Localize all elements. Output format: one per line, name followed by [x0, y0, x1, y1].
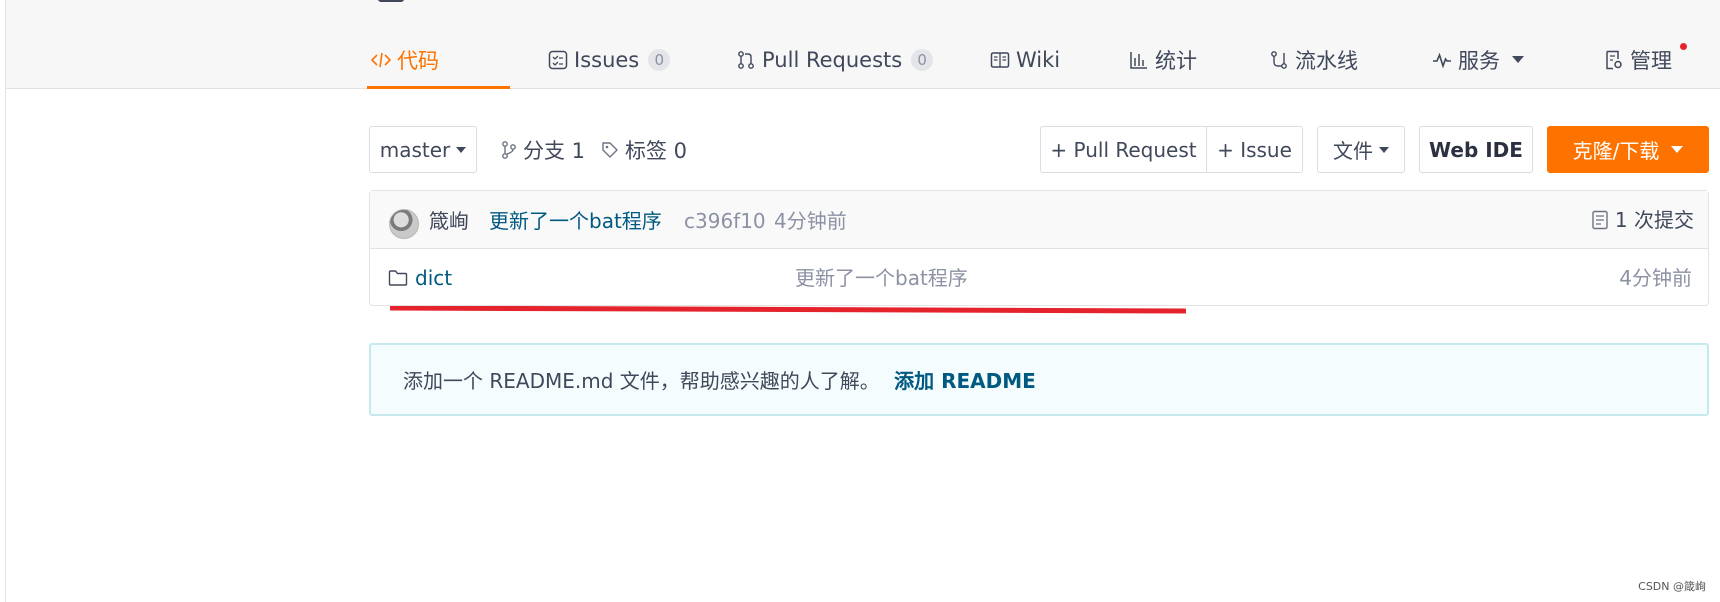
tags-label: 标签 0 — [625, 138, 688, 163]
page-left-border — [5, 0, 6, 602]
tab-label: Pull Requests — [762, 47, 903, 72]
tab-label: Wiki — [1016, 47, 1061, 72]
issues-count-badge: 0 — [648, 48, 671, 71]
watermark: CSDN @箴峋 — [1638, 580, 1706, 593]
branch-select[interactable]: master — [369, 126, 477, 173]
tab-label: Issues — [574, 47, 640, 72]
settings-doc-icon — [1603, 49, 1625, 71]
tab-statistics[interactable]: 统计 — [1128, 30, 1197, 89]
tab-pull-requests[interactable]: Pull Requests 0 — [735, 30, 934, 89]
readme-banner-text: 添加一个 README.md 文件，帮助感兴趣的人了解。 — [403, 369, 880, 393]
commits-count-link[interactable]: 1 次提交 — [1591, 191, 1694, 249]
tags-link[interactable]: 标签 0 — [601, 126, 687, 173]
folder-name: dict — [415, 265, 453, 290]
folder-link[interactable]: dict — [388, 249, 452, 306]
branch-select-value: master — [379, 137, 451, 162]
chevron-down-icon — [1512, 56, 1524, 63]
avatar[interactable] — [389, 209, 419, 239]
repo-toolbar: master 分支 1 标签 0 + Pull Request + Issue … — [369, 126, 1709, 173]
tab-issues[interactable]: Issues 0 — [547, 30, 671, 89]
branches-label: 分支 1 — [523, 138, 586, 163]
branches-link[interactable]: 分支 1 — [501, 126, 585, 173]
red-underline-annotation — [390, 306, 1186, 314]
code-icon — [370, 49, 392, 71]
tab-label: 代码 — [397, 48, 439, 73]
tab-label: 管理 — [1630, 48, 1672, 73]
web-ide-button[interactable]: Web IDE — [1419, 126, 1533, 173]
pull-requests-count-badge: 0 — [911, 48, 934, 71]
commit-author[interactable]: 箴峋 — [429, 191, 469, 249]
new-issue-button[interactable]: + Issue — [1206, 126, 1303, 173]
file-menu-label: 文件 — [1333, 139, 1373, 163]
add-readme-link[interactable]: 添加 README — [894, 369, 1036, 393]
tab-label: 流水线 — [1295, 48, 1358, 73]
file-menu-button[interactable]: 文件 — [1317, 126, 1405, 173]
web-ide-label: Web IDE — [1429, 137, 1523, 162]
folder-commit-message[interactable]: 更新了一个bat程序 — [795, 249, 968, 306]
repo-title-fragment — [378, 0, 498, 4]
folder-commit-time: 4分钟前 — [1619, 266, 1692, 290]
folder-icon — [388, 269, 408, 287]
file-list: 箴峋 更新了一个bat程序 c396f10 4分钟前 1 次提交 dict 更新… — [369, 190, 1709, 306]
tab-label: 服务 — [1458, 48, 1500, 73]
commits-count-label: 1 次提交 — [1614, 208, 1694, 232]
readme-banner: 添加一个 README.md 文件，帮助感兴趣的人了解。 添加 README — [369, 343, 1709, 416]
clone-download-label: 克隆/下载 — [1572, 139, 1660, 163]
bar-chart-icon — [1128, 49, 1150, 71]
tag-icon — [601, 140, 619, 160]
new-issue-label: + Issue — [1217, 137, 1292, 162]
list-item: dict 更新了一个bat程序 4分钟前 — [370, 249, 1708, 306]
issues-icon — [547, 49, 569, 71]
notification-dot — [1680, 43, 1687, 50]
branch-icon — [501, 140, 517, 160]
repo-nav-tabs: 代码 Issues 0 Pull Requests 0 Wiki 统计 流水线 — [367, 30, 1709, 89]
tab-pipeline[interactable]: 流水线 — [1268, 30, 1358, 89]
new-pull-request-button[interactable]: + Pull Request — [1040, 126, 1207, 173]
latest-commit-row: 箴峋 更新了一个bat程序 c396f10 4分钟前 1 次提交 — [370, 191, 1708, 249]
tab-code[interactable]: 代码 — [367, 30, 510, 89]
chevron-down-icon — [456, 146, 467, 153]
pull-request-icon — [735, 49, 757, 71]
tab-label: 统计 — [1155, 48, 1197, 73]
commit-time: 4分钟前 — [774, 209, 847, 233]
repo-icon — [378, 0, 404, 2]
chevron-down-icon — [1379, 146, 1389, 153]
commit-list-icon — [1591, 210, 1609, 230]
tab-manage[interactable]: 管理 — [1603, 30, 1672, 89]
clone-download-button[interactable]: 克隆/下载 — [1547, 126, 1709, 173]
pipeline-icon — [1268, 49, 1290, 71]
book-icon — [989, 49, 1011, 71]
tab-wiki[interactable]: Wiki — [989, 30, 1060, 89]
chevron-down-icon — [1671, 146, 1684, 153]
new-pull-request-label: + Pull Request — [1050, 137, 1197, 162]
commit-message-link[interactable]: 更新了一个bat程序 — [489, 191, 662, 249]
pulse-icon — [1431, 49, 1453, 71]
tab-services[interactable]: 服务 — [1431, 30, 1524, 89]
commit-hash[interactable]: c396f10 — [684, 191, 766, 249]
